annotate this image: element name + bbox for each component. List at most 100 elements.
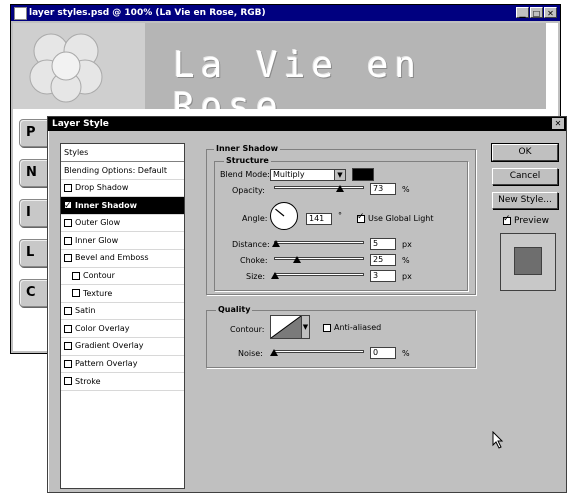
size-input[interactable]: 3	[370, 270, 396, 282]
opacity-unit: %	[402, 185, 410, 194]
style-item-label: Color Overlay	[75, 323, 130, 333]
style-item-label: Inner Shadow	[75, 200, 137, 210]
dialog-titlebar[interactable]: Layer Style ✕	[48, 117, 566, 131]
document-title: layer styles.psd @ 100% (La Vie en Rose,…	[29, 8, 266, 18]
anti-aliased-checkbox[interactable]	[323, 324, 331, 332]
slider-track	[274, 186, 364, 189]
preview-label: Preview	[514, 216, 550, 226]
opacity-label: Opacity:	[232, 186, 265, 195]
style-item-checkbox[interactable]	[64, 377, 72, 386]
style-item-checkbox[interactable]	[64, 254, 72, 263]
use-global-light-checkbox[interactable]	[357, 212, 365, 223]
choke-label: Choke:	[240, 256, 268, 265]
style-item-inner-glow[interactable]: Inner Glow	[61, 232, 184, 250]
style-item-outer-glow[interactable]: Outer Glow	[61, 215, 184, 233]
close-button[interactable]: ✕	[544, 7, 557, 18]
contour-picker[interactable]	[270, 315, 302, 339]
chevron-down-icon: ▼	[334, 170, 345, 180]
contour-curve-icon	[271, 316, 301, 338]
anti-aliased-label: Anti-aliased	[334, 323, 382, 332]
angle-dial[interactable]	[270, 202, 298, 230]
chevron-down-icon[interactable]: ▼	[302, 315, 310, 339]
noise-input[interactable]: 0	[370, 347, 396, 359]
style-item-label: Blending Options: Default	[64, 165, 168, 175]
style-item-texture[interactable]: Texture	[61, 285, 184, 303]
maximize-button[interactable]: □	[530, 7, 543, 18]
size-label: Size:	[246, 272, 266, 281]
style-item-bevel-and-emboss[interactable]: Bevel and Emboss	[61, 250, 184, 268]
style-item-checkbox[interactable]	[64, 198, 72, 216]
style-item-inner-shadow[interactable]: Inner Shadow	[61, 197, 184, 216]
blend-mode-select[interactable]: Multiply ▼	[270, 169, 346, 181]
style-item-checkbox[interactable]	[72, 289, 80, 298]
slider-thumb[interactable]	[270, 272, 279, 279]
style-item-label: Pattern Overlay	[75, 359, 138, 369]
style-item-checkbox[interactable]	[72, 271, 80, 280]
size-slider[interactable]	[270, 271, 364, 279]
slider-thumb[interactable]	[292, 256, 301, 263]
choke-input[interactable]: 25	[370, 254, 396, 266]
styles-list: Styles Blending Options: Default Drop Sha…	[60, 143, 185, 489]
slider-track	[274, 257, 364, 260]
slider-thumb[interactable]	[270, 349, 278, 356]
structure-title: Structure	[224, 156, 271, 165]
choke-unit: %	[402, 256, 410, 265]
style-item-blending-options-default[interactable]: Blending Options: Default	[61, 162, 184, 180]
style-item-color-overlay[interactable]: Color Overlay	[61, 320, 184, 338]
style-item-stroke[interactable]: Stroke	[61, 373, 184, 391]
dialog-close-button[interactable]: ✕	[552, 118, 564, 129]
noise-unit: %	[402, 349, 410, 358]
document-titlebar[interactable]: layer styles.psd @ 100% (La Vie en Rose,…	[11, 5, 560, 21]
style-item-label: Contour	[83, 271, 115, 281]
noise-label: Noise:	[238, 349, 263, 358]
style-item-satin[interactable]: Satin	[61, 303, 184, 321]
style-item-checkbox[interactable]	[64, 236, 72, 245]
shadow-color-swatch[interactable]	[352, 168, 374, 181]
styles-header[interactable]: Styles	[61, 144, 184, 162]
blend-mode-value: Multiply	[273, 170, 305, 179]
style-item-checkbox[interactable]	[64, 307, 72, 316]
layer-style-dialog: Layer Style ✕ Styles Blending Options: D…	[47, 116, 567, 493]
style-item-contour[interactable]: Contour	[61, 268, 184, 286]
ok-button[interactable]: OK	[491, 143, 559, 162]
opacity-input[interactable]: 73	[370, 183, 396, 195]
distance-unit: px	[402, 240, 412, 249]
style-item-label: Texture	[83, 288, 113, 298]
style-item-label: Outer Glow	[75, 218, 121, 228]
document-icon	[14, 7, 27, 20]
style-preview-swatch	[514, 247, 542, 275]
style-item-pattern-overlay[interactable]: Pattern Overlay	[61, 356, 184, 374]
slider-thumb[interactable]	[271, 240, 280, 247]
angle-input[interactable]: 141	[306, 213, 332, 225]
web-banner: La Vie en Rose	[13, 23, 546, 109]
blend-mode-label: Blend Mode:	[220, 170, 270, 179]
cancel-button[interactable]: Cancel	[492, 168, 558, 185]
choke-slider[interactable]	[274, 255, 364, 263]
distance-input[interactable]: 5	[370, 238, 396, 250]
style-item-checkbox[interactable]	[64, 219, 72, 228]
contour-label: Contour:	[230, 325, 265, 334]
style-item-checkbox[interactable]	[64, 359, 72, 368]
style-item-label: Bevel and Emboss	[75, 253, 149, 263]
angle-unit: °	[338, 211, 342, 220]
style-item-label: Inner Glow	[75, 235, 119, 245]
new-style-button[interactable]: New Style...	[492, 192, 558, 209]
angle-needle-icon	[275, 208, 285, 217]
rose-logo	[13, 23, 145, 109]
style-item-checkbox[interactable]	[64, 183, 72, 192]
noise-slider[interactable]	[270, 348, 364, 356]
rose-icon	[29, 33, 103, 103]
style-item-drop-shadow[interactable]: Drop Shadow	[61, 180, 184, 198]
minimize-button[interactable]: ▁	[516, 7, 529, 18]
preview-checkbox[interactable]	[503, 214, 511, 225]
slider-track	[274, 273, 364, 276]
distance-slider[interactable]	[271, 239, 364, 247]
slider-thumb[interactable]	[335, 185, 344, 192]
mouse-cursor-icon	[492, 431, 504, 449]
style-item-checkbox[interactable]	[64, 324, 72, 333]
style-item-gradient-overlay[interactable]: Gradient Overlay	[61, 338, 184, 356]
use-global-light-label: Use Global Light	[368, 214, 434, 223]
dialog-title: Layer Style	[52, 119, 109, 129]
opacity-slider[interactable]	[274, 184, 364, 192]
style-item-checkbox[interactable]	[64, 342, 72, 351]
